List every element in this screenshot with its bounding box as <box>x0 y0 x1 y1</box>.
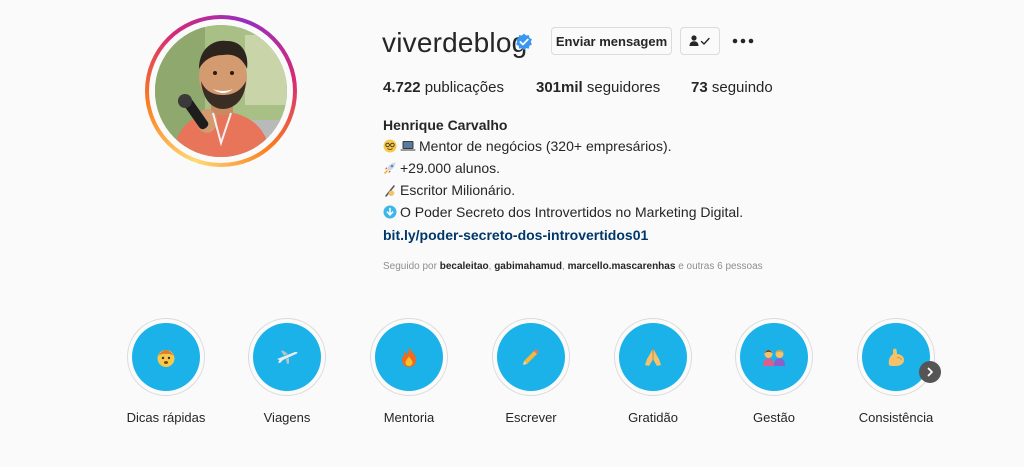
bio-external-link[interactable]: bit.ly/poder-secreto-dos-introvertidos01 <box>383 227 648 243</box>
posts-label: publicações <box>424 79 504 96</box>
highlight-gratidao[interactable]: Gratidão <box>608 318 698 425</box>
highlight-dicas-rapidas[interactable]: Dicas rápidas <box>121 318 211 425</box>
highlights-next-button[interactable] <box>919 361 941 383</box>
praying-hands-icon <box>645 348 661 366</box>
highlight-ring <box>127 318 205 396</box>
avatar[interactable] <box>155 25 287 157</box>
mind-blown-emoji-icon <box>157 350 175 367</box>
followers-number: 301mil <box>536 79 583 96</box>
profile-full-name: Henrique Carvalho <box>383 117 508 133</box>
followers-count[interactable]: 301mil seguidores <box>536 79 660 96</box>
bio-line-text: O Poder Secreto dos Introvertidos no Mar… <box>400 204 744 220</box>
highlight-ring <box>248 318 326 396</box>
highlight-label: Dicas rápidas <box>126 410 206 425</box>
highlight-cover <box>619 323 687 391</box>
following-count[interactable]: 73 seguindo <box>691 79 773 96</box>
highlight-mentoria[interactable]: Mentoria <box>364 318 454 425</box>
posts-count: 4.722 publicações <box>383 79 504 96</box>
down-arrow-emoji-icon <box>383 205 397 219</box>
highlight-cover <box>132 323 200 391</box>
followed-by-user[interactable]: gabimahamud <box>494 261 562 272</box>
bio-line-writer: Escritor Milionário. <box>383 182 515 198</box>
highlight-label: Gratidão <box>628 410 678 425</box>
avatar-photo-icon <box>155 25 287 157</box>
bio-line-text: Mentor de negócios (320+ empresários). <box>419 138 672 154</box>
bio-line-book: O Poder Secreto dos Introvertidos no Mar… <box>383 204 743 220</box>
highlight-label: Mentoria <box>383 410 435 425</box>
user-check-icon <box>689 35 710 46</box>
following-number: 73 <box>691 79 708 96</box>
highlight-cover <box>740 323 808 391</box>
more-options-button[interactable] <box>731 32 755 50</box>
followed-by-user[interactable]: marcello.mascarenhas <box>568 261 676 272</box>
writing-hand-emoji-icon <box>385 185 395 197</box>
highlight-ring <box>735 318 813 396</box>
highlight-cover <box>375 323 443 391</box>
flexed-biceps-icon <box>888 348 904 366</box>
more-dots-icon <box>732 38 754 44</box>
followed-by-text[interactable]: Seguido por becaleitao, gabimahamud, mar… <box>383 261 763 272</box>
highlight-label: Viagens <box>263 410 311 425</box>
highlight-ring <box>614 318 692 396</box>
chevron-right-icon <box>927 367 933 377</box>
bio-line-text: +29.000 alunos. <box>400 160 501 176</box>
highlight-ring <box>370 318 448 396</box>
fire-icon <box>402 347 416 367</box>
verified-badge-icon <box>516 33 532 51</box>
bio-line-text: Escritor Milionário. <box>400 182 516 198</box>
airplane-icon <box>277 350 298 364</box>
highlight-label: Consistência <box>858 410 934 425</box>
highlight-ring <box>857 318 935 396</box>
laptop-emoji-icon <box>400 141 416 151</box>
highlight-label: Gestão <box>753 410 795 425</box>
followers-label: seguidores <box>586 79 661 96</box>
highlight-cover <box>253 323 321 391</box>
highlight-gestao[interactable]: Gestão <box>729 318 819 425</box>
highlight-ring <box>492 318 570 396</box>
nerd-face-emoji-icon <box>383 139 397 153</box>
highlight-viagens[interactable]: Viagens <box>242 318 332 425</box>
followed-by-user[interactable]: becaleitao <box>440 261 489 272</box>
followed-by-prefix: Seguido por <box>383 261 437 272</box>
rocket-emoji-icon <box>384 162 396 174</box>
highlight-cover <box>497 323 565 391</box>
people-bowing-icon <box>763 350 785 366</box>
following-label: seguindo <box>711 79 773 96</box>
following-button[interactable] <box>680 27 720 55</box>
highlight-escrever[interactable]: Escrever <box>486 318 576 425</box>
avatar-frame <box>149 19 293 163</box>
highlight-cover <box>862 323 930 391</box>
send-message-button[interactable]: Enviar mensagem <box>551 27 672 55</box>
bio-line-mentor: Mentor de negócios (320+ empresários). <box>383 138 672 154</box>
pencil-icon <box>523 349 539 365</box>
highlight-label: Escrever <box>505 410 557 425</box>
followed-by-suffix: e outras 6 pessoas <box>678 261 763 272</box>
profile-avatar-ring[interactable] <box>145 15 297 167</box>
posts-number: 4.722 <box>383 79 421 96</box>
profile-username: viverdeblog <box>382 27 528 58</box>
bio-line-students: +29.000 alunos. <box>383 160 500 176</box>
